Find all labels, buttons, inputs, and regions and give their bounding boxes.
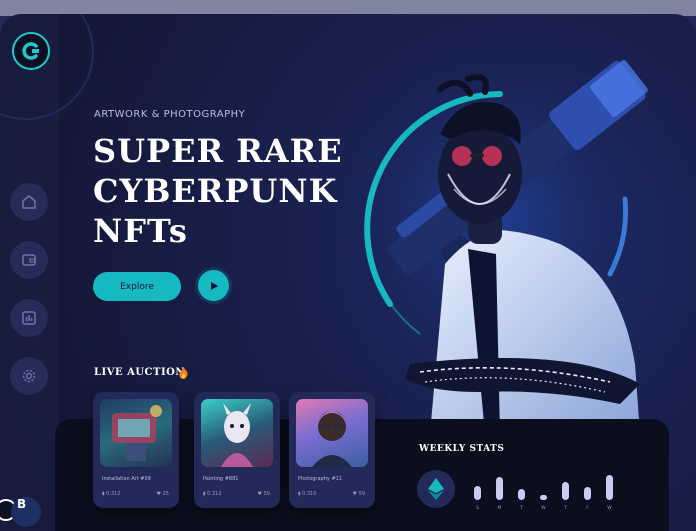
card-likes[interactable]: ♥ 59 xyxy=(353,491,365,497)
card-likes-value: 25 xyxy=(162,491,169,497)
card-price: ⧫ 0.312 xyxy=(102,491,121,497)
stats-day-label: T xyxy=(520,506,523,511)
user-avatar[interactable]: B xyxy=(0,494,44,531)
nav-stats-button[interactable] xyxy=(10,299,48,337)
stats-bar xyxy=(584,487,591,500)
card-title: Painting #881 xyxy=(203,476,239,482)
fire-icon xyxy=(179,367,188,379)
auction-card[interactable]: Painting #881 ⧫ 0.312 ♥ 59 xyxy=(194,392,280,508)
stats-bar xyxy=(496,477,503,500)
ethereum-icon xyxy=(428,478,444,500)
card-image xyxy=(296,399,368,467)
card-image xyxy=(201,399,273,467)
hero-title-line-2: CYBERPUNK xyxy=(93,172,338,210)
stats-day-label: M xyxy=(497,506,502,511)
hero-title-line-3: NFTs xyxy=(93,212,188,250)
stats-bar xyxy=(540,495,547,500)
installation-art-image xyxy=(112,405,162,461)
auction-card[interactable]: Photography #11 ⧫ 0.310 ♥ 59 xyxy=(289,392,375,508)
home-icon xyxy=(22,195,36,209)
hero-title-line-1: SUPER RARE xyxy=(93,132,343,170)
settings-icon xyxy=(22,369,36,383)
explore-button[interactable]: Explore xyxy=(93,272,181,301)
weekly-stats-title: WEEKLY STATS xyxy=(419,444,505,454)
card-image xyxy=(100,399,172,467)
card-title: Installation Art #09 xyxy=(102,476,151,482)
card-price-value: 0.312 xyxy=(106,491,121,497)
nav-settings-button[interactable] xyxy=(10,357,48,395)
play-button[interactable] xyxy=(198,270,229,301)
stats-day-label: W xyxy=(607,506,612,511)
stats-day-label: S xyxy=(476,506,479,511)
card-title: Photography #11 xyxy=(298,476,342,482)
photography-image xyxy=(312,411,352,467)
card-likes[interactable]: ♥ 59 xyxy=(258,491,270,497)
stats-bar xyxy=(562,482,569,500)
hero-title: SUPER RARE CYBERPUNK NFTs xyxy=(93,131,353,251)
card-price-value: 0.310 xyxy=(302,491,317,497)
card-likes-value: 59 xyxy=(263,491,270,497)
stats-day-label: F xyxy=(586,506,589,511)
stats-day-label: W xyxy=(541,506,546,511)
chart-icon xyxy=(22,311,36,325)
live-auction-title: LIVE AUCTION xyxy=(94,367,185,378)
app-window: ARTWORK & PHOTOGRAPHY SUPER RARE CYBERPU… xyxy=(0,0,696,531)
nav-home-button[interactable] xyxy=(10,183,48,221)
brand-logo[interactable] xyxy=(12,32,50,70)
ethereum-badge xyxy=(417,470,455,508)
stats-bar xyxy=(518,489,525,500)
main-panel: ARTWORK & PHOTOGRAPHY SUPER RARE CYBERPU… xyxy=(0,14,696,531)
card-price-value: 0.312 xyxy=(207,491,222,497)
painting-image xyxy=(221,403,253,467)
card-likes[interactable]: ♥ 25 xyxy=(157,491,169,497)
stats-day-label: T xyxy=(564,506,567,511)
card-price: ⧫ 0.310 xyxy=(298,491,317,497)
logo-ring xyxy=(0,14,94,120)
auction-card[interactable]: Installation Art #09 ⧫ 0.312 ♥ 25 xyxy=(93,392,179,508)
brand-logo-icon xyxy=(22,42,39,60)
svg-text:B: B xyxy=(17,497,26,511)
card-likes-value: 59 xyxy=(358,491,365,497)
sidebar xyxy=(0,14,94,531)
hero-cyberpunk-image xyxy=(350,59,648,434)
stats-bar xyxy=(606,475,613,500)
stats-bar xyxy=(474,486,481,500)
play-icon xyxy=(210,281,218,290)
card-price: ⧫ 0.312 xyxy=(203,491,222,497)
nav-wallet-button[interactable] xyxy=(10,241,48,279)
hero-eyebrow: ARTWORK & PHOTOGRAPHY xyxy=(94,109,246,120)
wallet-icon xyxy=(22,254,36,266)
